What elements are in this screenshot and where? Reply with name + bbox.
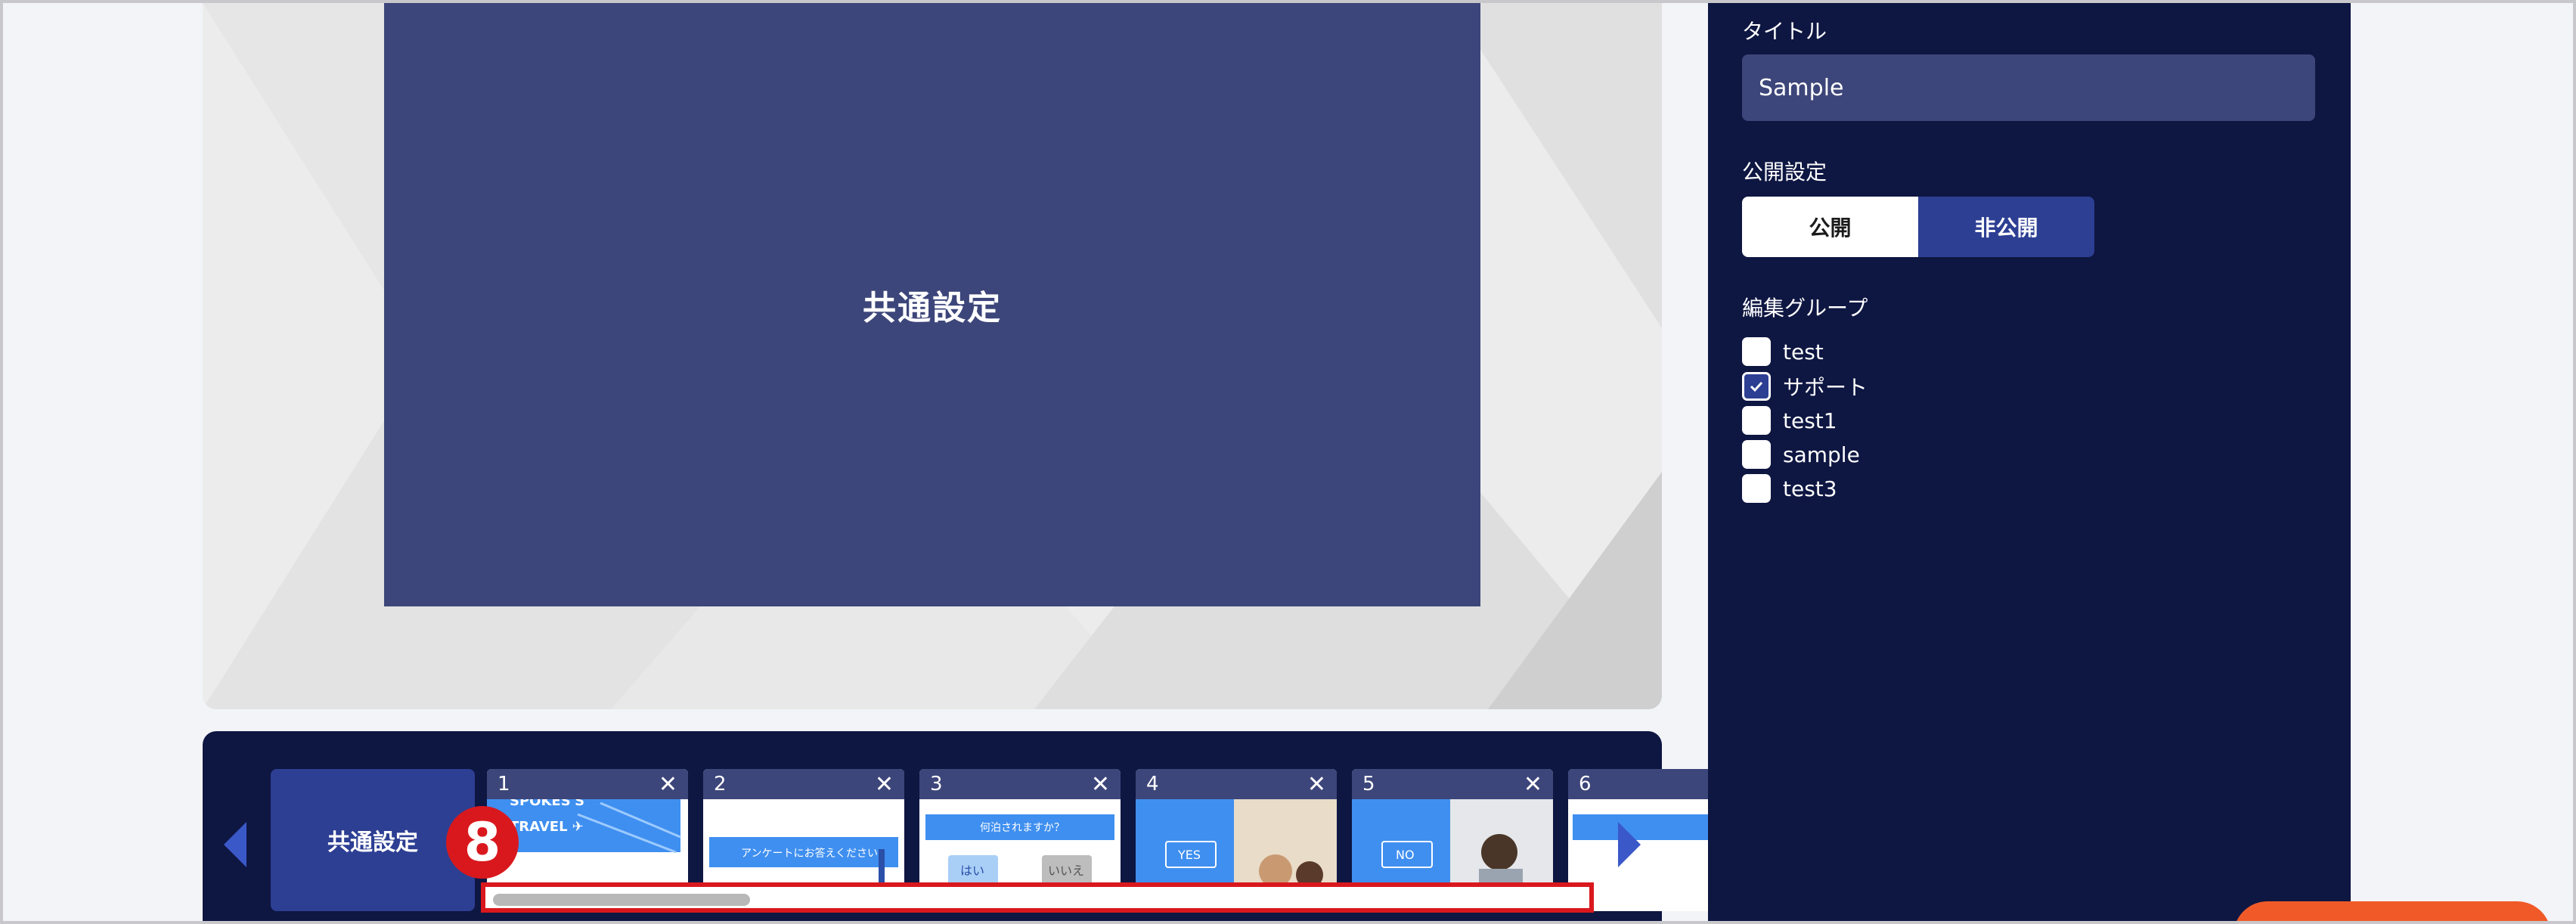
svg-text:SPOKES'S: SPOKES'S [510, 799, 584, 809]
preview-title: 共通設定 [863, 289, 1002, 327]
checkbox[interactable] [1742, 474, 1771, 503]
settings-panel: タイトル Sample 公開設定 公開 非公開 編集グループ test サポート… [1708, 3, 2351, 921]
common-settings-label: 共通設定 [327, 829, 418, 856]
checkmark-icon [1750, 381, 1763, 392]
svg-text:TRAVEL ✈: TRAVEL ✈ [510, 819, 584, 835]
step-number-badge: 8 [446, 806, 519, 879]
close-icon[interactable]: ✕ [659, 771, 677, 798]
checkbox[interactable] [1742, 440, 1771, 469]
slide-number: 4 [1146, 773, 1159, 795]
close-icon[interactable]: ✕ [1307, 771, 1326, 798]
slide-number: 6 [1579, 773, 1592, 795]
slide-preview[interactable]: 共通設定 [384, 3, 1480, 606]
slide-number: 3 [930, 773, 943, 795]
group-option-support[interactable]: サポート [1742, 371, 1868, 402]
group-label: サポート [1783, 375, 1868, 400]
group-label: sample [1783, 442, 1860, 467]
group-label: test [1783, 339, 1824, 364]
close-icon[interactable]: ✕ [1091, 771, 1110, 798]
svg-text:NO: NO [1396, 848, 1415, 862]
group-option-test1[interactable]: test1 [1742, 406, 1837, 435]
title-input[interactable]: Sample [1742, 54, 2315, 121]
svg-text:何泊されますか？: 何泊されますか？ [980, 822, 1065, 834]
thumbnail-scrollbar[interactable] [481, 882, 1594, 913]
checkbox-checked[interactable] [1742, 372, 1771, 401]
common-settings-tile[interactable]: 共通設定 [271, 769, 475, 911]
scroll-left-arrow-icon[interactable] [224, 822, 246, 867]
slide-number: 1 [498, 773, 510, 795]
title-label: タイトル [1742, 19, 1827, 44]
group-label: test3 [1783, 476, 1837, 501]
group-option-test[interactable]: test [1742, 337, 1824, 366]
checkbox[interactable] [1742, 406, 1771, 435]
visibility-private-option[interactable]: 非公開 [1918, 197, 2094, 257]
slide-number: 2 [714, 773, 727, 795]
svg-text:いいえ: いいえ [1048, 864, 1084, 878]
close-icon[interactable]: ✕ [875, 771, 894, 798]
svg-text:アンケートにお答えください: アンケートにお答えください [741, 847, 878, 860]
svg-text:YES: YES [1177, 848, 1201, 862]
scrollbar-thumb[interactable] [493, 894, 750, 906]
slide-number: 5 [1362, 773, 1375, 795]
scroll-right-arrow-icon[interactable] [1618, 822, 1641, 867]
group-option-test3[interactable]: test3 [1742, 474, 1837, 503]
visibility-toggle: 公開 非公開 [1742, 197, 2094, 257]
close-icon[interactable]: ✕ [1524, 771, 1542, 798]
checkbox[interactable] [1742, 337, 1771, 366]
group-label: test1 [1783, 408, 1837, 433]
svg-text:はい: はい [960, 864, 984, 878]
visibility-public-option[interactable]: 公開 [1742, 197, 1918, 257]
floating-action-button[interactable] [2233, 901, 2551, 921]
edit-group-label: 編集グループ [1742, 296, 1868, 321]
group-option-sample[interactable]: sample [1742, 440, 1860, 469]
title-input-value: Sample [1759, 74, 1844, 101]
app-window: 共通設定 共通設定 1 ✕ SPOKES'S TRAVEL ✈ 2 ✕ アンケー… [0, 0, 2576, 924]
preview-stage: 共通設定 [203, 3, 1662, 709]
visibility-label: 公開設定 [1742, 160, 1827, 184]
